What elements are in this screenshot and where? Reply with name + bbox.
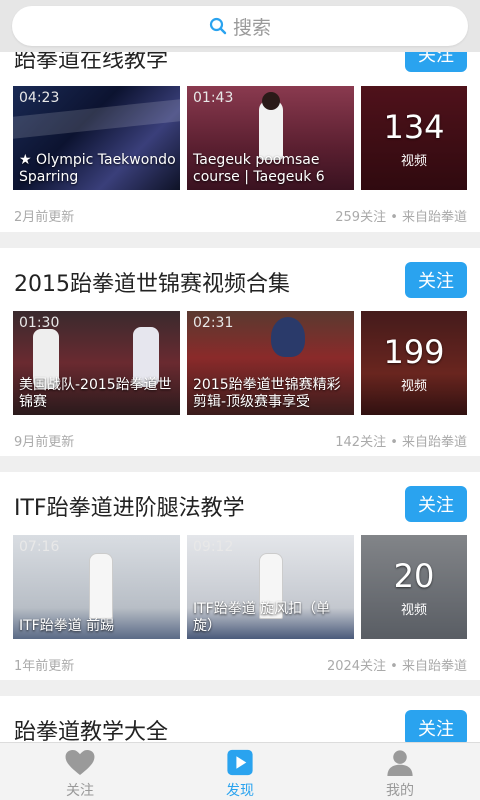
video-thumbnails: 01:30 美国战队-2015跆拳道世锦赛 02:31 2015跆拳道世锦赛精彩… bbox=[13, 311, 467, 415]
video-count: 199 bbox=[383, 333, 445, 371]
follow-button[interactable]: 关注 bbox=[405, 262, 467, 298]
video-caption: ITF跆拳道 旋风扣（单旋） bbox=[193, 601, 331, 634]
video-count-label: 视频 bbox=[400, 603, 427, 618]
video-duration: 01:30 bbox=[19, 315, 60, 331]
video-duration: 02:31 bbox=[193, 315, 234, 331]
video-count: 20 bbox=[393, 557, 435, 595]
video-count-label: 视频 bbox=[400, 379, 427, 394]
video-thumbnails: 04:23 ★ Olympic Taekwondo Sparring 01:43… bbox=[13, 86, 467, 190]
follow-button[interactable]: 关注 bbox=[405, 486, 467, 522]
heart-icon bbox=[65, 749, 95, 776]
play-icon bbox=[227, 749, 253, 776]
bottom-tab-bar: 关注 发现 我的 bbox=[0, 742, 480, 800]
follow-button[interactable]: 关注 bbox=[405, 710, 467, 746]
collection-card[interactable]: ITF跆拳道进阶腿法教学 关注 07:16 ITF跆拳道 前踢 09:12 IT… bbox=[0, 472, 480, 680]
video-duration: 07:16 bbox=[19, 539, 60, 555]
more-videos-thumbnail[interactable]: 199 视频 bbox=[361, 311, 467, 415]
screen: 跆拳道在线教学 关注 04:23 ★ Olympic Taekwondo Spa… bbox=[0, 0, 480, 800]
video-thumbnail[interactable]: 09:12 ITF跆拳道 旋风扣（单旋） bbox=[187, 535, 354, 639]
video-duration: 04:23 bbox=[19, 90, 60, 106]
tab-follow[interactable]: 关注 bbox=[0, 743, 160, 800]
updated-time: 2月前更新 bbox=[14, 210, 75, 225]
more-videos-thumbnail[interactable]: 20 视频 bbox=[361, 535, 467, 639]
video-caption: 美国战队-2015跆拳道世锦赛 bbox=[19, 377, 172, 410]
tab-label: 发现 bbox=[226, 783, 254, 799]
video-caption: ITF跆拳道 前踢 bbox=[19, 618, 115, 634]
collection-card[interactable]: 跆拳道在线教学 关注 04:23 ★ Olympic Taekwondo Spa… bbox=[0, 26, 480, 232]
updated-time: 1年前更新 bbox=[14, 659, 75, 674]
collection-card[interactable]: 2015跆拳道世锦赛视频合集 关注 01:30 美国战队-2015跆拳道世锦赛 … bbox=[0, 248, 480, 456]
search-input[interactable]: 搜索 bbox=[12, 6, 468, 46]
video-thumbnail[interactable]: 02:31 2015跆拳道世锦赛精彩剪辑-顶级赛事享受 bbox=[187, 311, 354, 415]
video-thumbnails: 07:16 ITF跆拳道 前踢 09:12 ITF跆拳道 旋风扣（单旋） 20 … bbox=[13, 535, 467, 639]
thumbnail-figure bbox=[89, 553, 113, 619]
follow-stats: 142关注 • 来自跆拳道 bbox=[335, 435, 467, 450]
video-thumbnail[interactable]: 01:30 美国战队-2015跆拳道世锦赛 bbox=[13, 311, 180, 415]
video-thumbnail[interactable]: 04:23 ★ Olympic Taekwondo Sparring bbox=[13, 86, 180, 190]
video-count-label: 视频 bbox=[400, 154, 427, 169]
video-duration: 09:12 bbox=[193, 539, 234, 555]
video-caption: Taegeuk poomsae course | Taegeuk 6 bbox=[193, 152, 325, 185]
tab-label: 我的 bbox=[386, 783, 414, 799]
video-caption: 2015跆拳道世锦赛精彩剪辑-顶级赛事享受 bbox=[193, 377, 341, 410]
tab-mine[interactable]: 我的 bbox=[320, 743, 480, 800]
more-videos-thumbnail[interactable]: 134 视频 bbox=[361, 86, 467, 190]
tab-discover[interactable]: 发现 bbox=[160, 743, 320, 800]
card-title: ITF跆拳道进阶腿法教学 bbox=[14, 496, 245, 521]
card-title: 2015跆拳道世锦赛视频合集 bbox=[14, 272, 290, 297]
thumbnail-figure-head bbox=[262, 92, 280, 110]
search-header: 搜索 bbox=[0, 0, 480, 52]
video-caption: ★ Olympic Taekwondo Sparring bbox=[19, 152, 176, 185]
search-placeholder: 搜索 bbox=[232, 16, 271, 39]
video-thumbnail[interactable]: 01:43 Taegeuk poomsae course | Taegeuk 6 bbox=[187, 86, 354, 190]
search-icon bbox=[209, 17, 227, 35]
follow-stats: 2024关注 • 来自跆拳道 bbox=[326, 659, 467, 674]
follow-stats: 259关注 • 来自跆拳道 bbox=[335, 210, 467, 225]
person-icon bbox=[387, 750, 413, 776]
tab-label: 关注 bbox=[66, 783, 94, 799]
video-count: 134 bbox=[383, 108, 445, 146]
thumbnail-figure-head bbox=[271, 317, 305, 357]
video-thumbnail[interactable]: 07:16 ITF跆拳道 前踢 bbox=[13, 535, 180, 639]
updated-time: 9月前更新 bbox=[14, 435, 75, 450]
video-duration: 01:43 bbox=[193, 90, 234, 106]
